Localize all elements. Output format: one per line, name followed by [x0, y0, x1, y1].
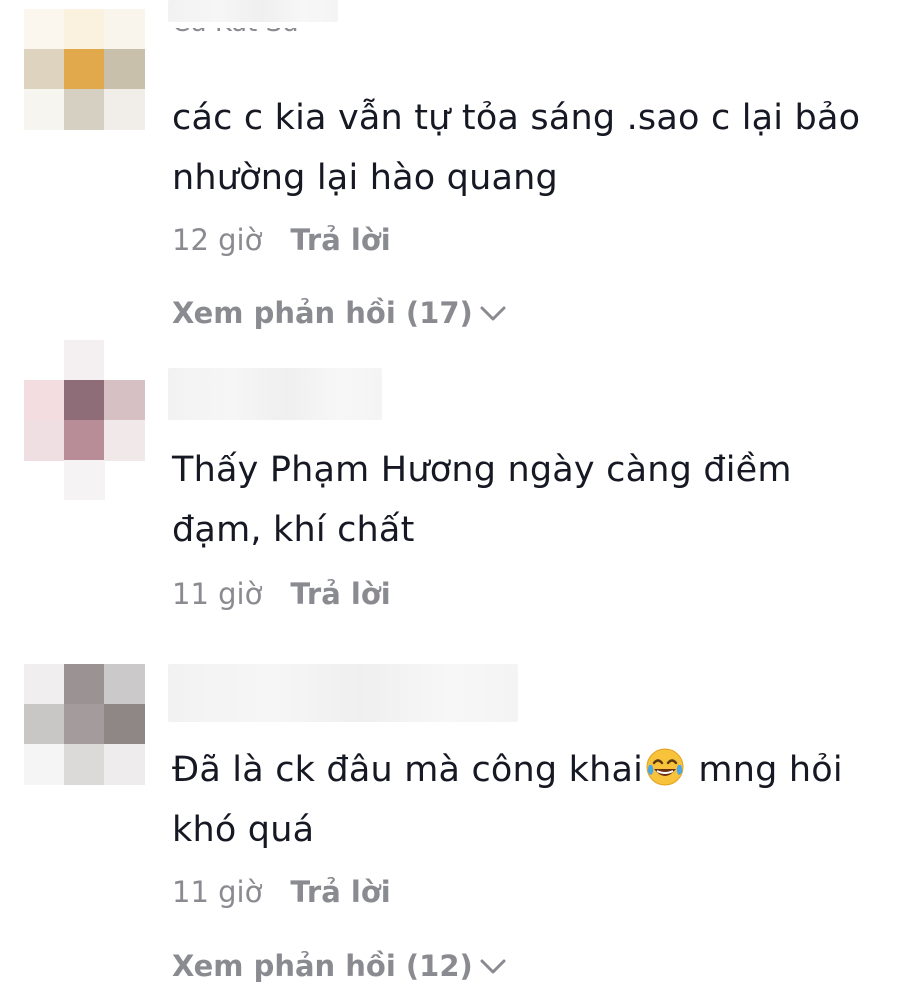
username-blurred[interactable]	[168, 664, 518, 722]
chevron-down-icon	[480, 306, 506, 321]
view-replies-button[interactable]: Xem phản hồi (17)	[172, 295, 507, 331]
username-blurred[interactable]	[168, 368, 382, 420]
comment-time: 11 giờ	[172, 875, 263, 909]
reply-button[interactable]: Trả lời	[290, 223, 390, 257]
reply-button[interactable]: Trả lời	[290, 577, 390, 611]
view-replies-label: Xem phản hồi (17)	[172, 296, 473, 330]
comment-meta: 12 giờ Trả lời	[172, 222, 391, 258]
comment-text: Thấy Phạm Hương ngày càng điềm đạm, khí …	[172, 450, 792, 550]
username-blurred[interactable]	[168, 0, 338, 22]
comment-meta: 11 giờ Trả lời	[172, 576, 391, 612]
comment-meta: 11 giờ Trả lời	[172, 874, 391, 910]
comment-time: 12 giờ	[172, 223, 263, 257]
avatar[interactable]	[24, 9, 145, 130]
chevron-down-icon	[480, 959, 506, 974]
reply-button[interactable]: Trả lời	[290, 875, 390, 909]
comment-text: các c kia vẫn tự tỏa sáng .sao c lại bảo…	[172, 98, 861, 198]
face-with-tears-of-joy-icon	[646, 748, 684, 786]
avatar[interactable]	[24, 340, 145, 500]
view-replies-label: Xem phản hồi (12)	[172, 949, 473, 983]
username-partial: Cu Kút Su	[172, 28, 352, 60]
avatar[interactable]	[24, 664, 145, 785]
view-replies-button[interactable]: Xem phản hồi (12)	[172, 948, 507, 984]
comment-time: 11 giờ	[172, 577, 263, 611]
comment-text: Đã là ck đâu mà công khai mng hỏi khó qu…	[172, 740, 862, 860]
comment-item-1: Cu Kút Su các c kia vẫn tự tỏa sáng .sao…	[0, 0, 918, 340]
comment-text-start: Đã là ck đâu mà công khai	[172, 750, 644, 790]
comment-item-3: Đã là ck đâu mà công khai mng hỏi khó qu…	[0, 640, 918, 1000]
comment-item-2: Thấy Phạm Hương ngày càng điềm đạm, khí …	[0, 340, 918, 640]
